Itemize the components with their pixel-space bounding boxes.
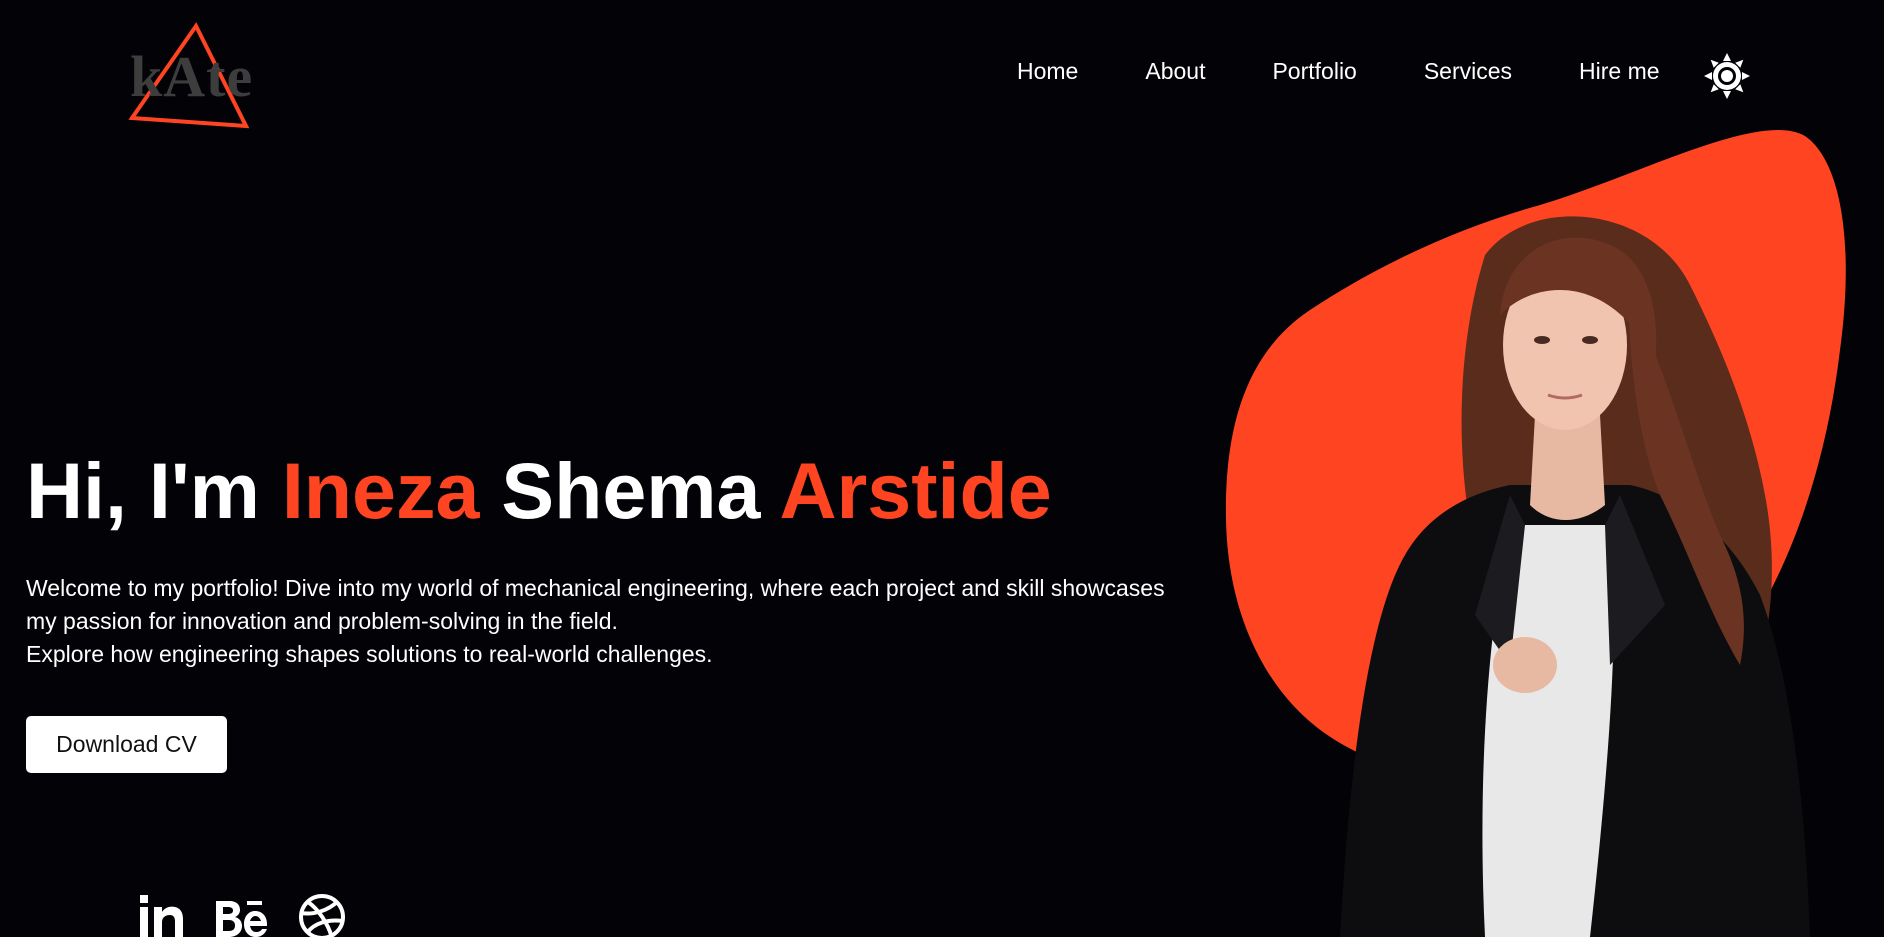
nav-item-portfolio[interactable]: Portfolio bbox=[1272, 58, 1356, 85]
hero-name-middle: Shema bbox=[501, 446, 761, 535]
social-links bbox=[138, 893, 374, 937]
logo[interactable]: kAte bbox=[128, 22, 268, 132]
download-cv-button[interactable]: Download CV bbox=[26, 716, 227, 773]
behance-icon[interactable] bbox=[214, 893, 270, 937]
hero-description-line: Welcome to my portfolio! Dive into my wo… bbox=[26, 575, 1165, 601]
hero-description: Welcome to my portfolio! Dive into my wo… bbox=[26, 572, 1246, 671]
nav-item-home[interactable]: Home bbox=[1017, 58, 1078, 85]
theme-toggle-button[interactable] bbox=[1703, 52, 1751, 100]
portfolio-page: kAte Home About Portfolio Services Hire … bbox=[0, 0, 1884, 937]
main-nav: Home About Portfolio Services Hire me bbox=[1017, 58, 1690, 85]
profile-photo bbox=[1340, 216, 1810, 937]
nav-item-services[interactable]: Services bbox=[1424, 58, 1512, 85]
nav-item-hire-me[interactable]: Hire me bbox=[1579, 58, 1660, 85]
hero-greeting: Hi, I'm bbox=[26, 446, 260, 535]
sun-icon bbox=[1704, 53, 1750, 99]
linkedin-icon[interactable] bbox=[138, 893, 186, 937]
hero-name-first: Ineza bbox=[281, 446, 480, 535]
dribbble-icon[interactable] bbox=[298, 893, 346, 937]
hero-heading: Hi, I'm Ineza Shema Arstide bbox=[26, 446, 1052, 535]
hero-description-line: my passion for innovation and problem-so… bbox=[26, 608, 618, 634]
hero-name-last: Arstide bbox=[779, 446, 1052, 535]
nav-item-about[interactable]: About bbox=[1145, 58, 1205, 85]
hero-description-line: Explore how engineering shapes solutions… bbox=[26, 641, 713, 667]
logo-text: kAte bbox=[130, 44, 254, 109]
